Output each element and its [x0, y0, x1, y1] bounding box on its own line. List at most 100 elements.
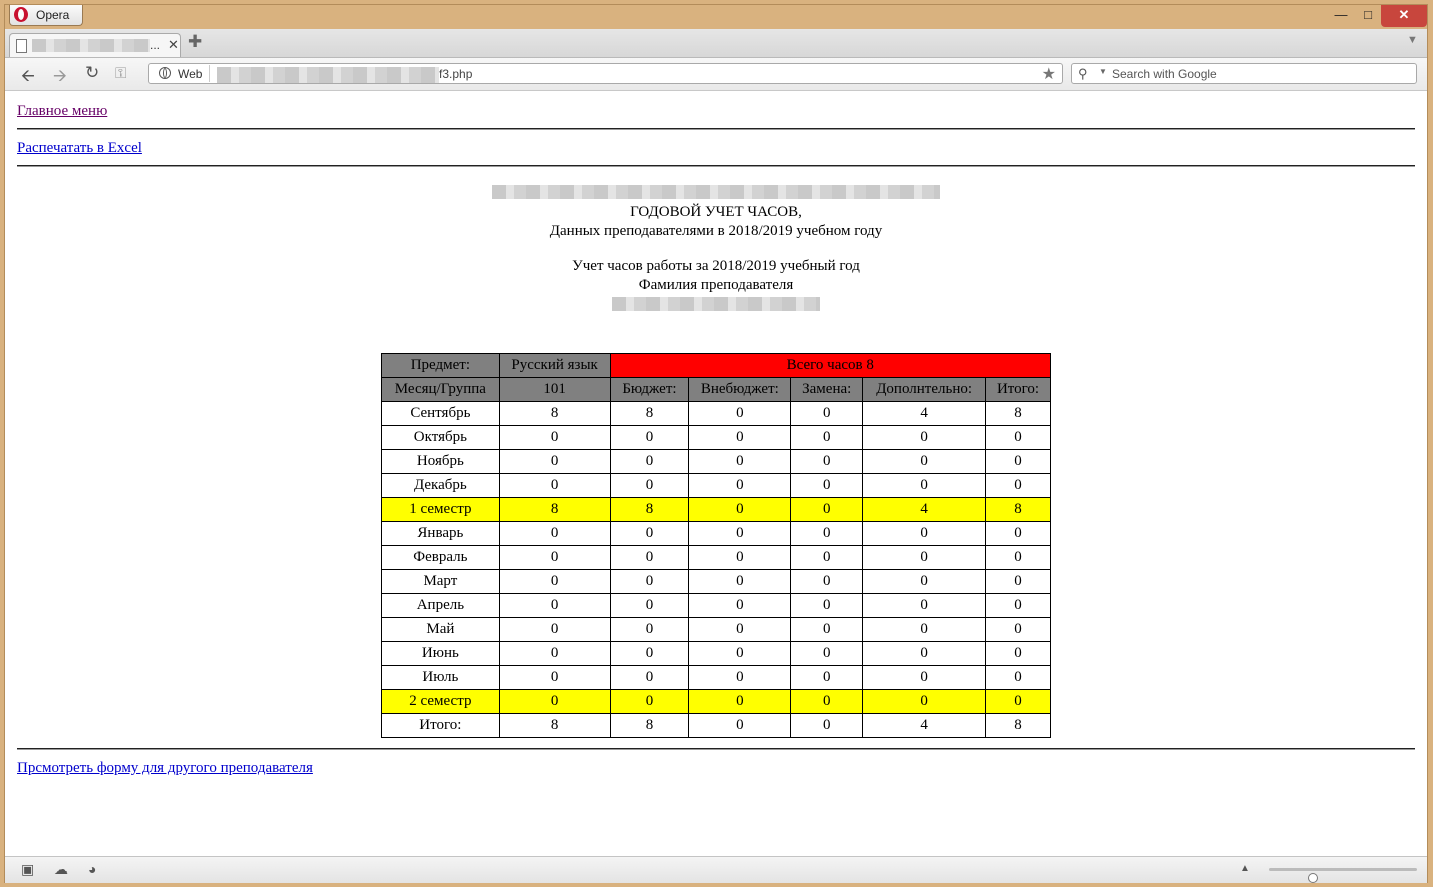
table-header-row: Предмет: Русский язык Всего часов 8: [381, 353, 1051, 378]
tab-bar: ... ✕ ✚ ▼: [5, 29, 1427, 58]
offbudget-cell: 0: [688, 617, 792, 642]
search-icon: ⚲: [1078, 66, 1088, 81]
group-hours-cell: 0: [498, 473, 611, 498]
close-window-icon[interactable]: ✕: [1381, 5, 1427, 27]
total-cell: 0: [985, 521, 1051, 546]
search-placeholder: Search with Google: [1112, 67, 1217, 81]
month-cell: Октябрь: [381, 425, 500, 450]
total-hours-cell: Всего часов 8: [609, 353, 1051, 378]
offbudget-cell: 0: [688, 641, 792, 666]
total-cell: 0: [985, 449, 1051, 474]
divider: [17, 748, 1415, 750]
budget-cell: 0: [609, 617, 690, 642]
opera-menu-button[interactable]: Opera: [9, 5, 83, 26]
tab-menu-chevron-icon[interactable]: ▼: [1407, 34, 1418, 46]
excel-print-link[interactable]: Распечатать в Excel: [17, 140, 142, 157]
month-cell: Июнь: [381, 641, 500, 666]
additional-header: Дополнтельно:: [862, 377, 987, 402]
month-cell: Итого:: [381, 713, 500, 738]
table-row: Март 0 0 0 0 0 0: [381, 569, 1051, 594]
total-cell: 0: [985, 689, 1051, 714]
replacement-cell: 0: [790, 569, 864, 594]
total-cell: 0: [985, 425, 1051, 450]
group-hours-cell: 8: [498, 497, 611, 522]
offbudget-cell: 0: [688, 713, 792, 738]
group-hours-cell: 0: [498, 425, 611, 450]
url-text: f3.php: [217, 67, 472, 83]
budget-header: Бюджет:: [609, 377, 690, 402]
table-row: Январь 0 0 0 0 0 0: [381, 521, 1051, 546]
additional-cell: 4: [862, 497, 987, 522]
back-arrow-icon[interactable]: 🡨: [21, 63, 35, 92]
tab-active[interactable]: ... ✕: [9, 33, 181, 57]
offbudget-cell: 0: [688, 593, 792, 618]
month-cell: Март: [381, 569, 500, 594]
replacement-cell: 0: [790, 545, 864, 570]
key-icon[interactable]: ⚿: [115, 65, 126, 82]
additional-cell: 0: [862, 689, 987, 714]
month-cell: Ноябрь: [381, 449, 500, 474]
table-row: Октябрь 0 0 0 0 0 0: [381, 425, 1051, 450]
redacted-text-block: [612, 297, 820, 311]
redacted-institution: [5, 185, 1427, 204]
table-column-header-row: Месяц/Группа 101 Бюджет: Внебюджет: Заме…: [381, 377, 1051, 402]
table-row: Июль 0 0 0 0 0 0: [381, 665, 1051, 690]
bookmark-star-icon[interactable]: ★: [1042, 64, 1056, 84]
opera-unite-cloud-icon[interactable]: ☁: [54, 861, 68, 878]
total-cell: 8: [985, 401, 1051, 426]
group-hours-cell: 0: [498, 689, 611, 714]
divider: [17, 165, 1415, 167]
replacement-cell: 0: [790, 497, 864, 522]
turbo-speedometer-icon[interactable]: ◕: [88, 861, 96, 877]
new-tab-icon[interactable]: ✚: [188, 32, 202, 52]
replacement-cell: 0: [790, 401, 864, 426]
opera-logo-icon: [14, 7, 28, 22]
replacement-cell: 0: [790, 521, 864, 546]
forward-arrow-icon[interactable]: 🡪: [53, 63, 67, 92]
budget-cell: 0: [609, 569, 690, 594]
panel-toggle-icon[interactable]: ▣: [21, 861, 34, 878]
other-teacher-link[interactable]: Прсмотреть форму для другого преподавате…: [17, 760, 313, 777]
semester-summary-row: 2 семестр 0 0 0 0 0 0: [381, 689, 1051, 714]
group-hours-cell: 0: [498, 545, 611, 570]
group-hours-cell: 0: [498, 449, 611, 474]
main-menu-link[interactable]: Главное меню: [17, 103, 107, 120]
replacement-header: Замена:: [790, 377, 864, 402]
month-cell: Февраль: [381, 545, 500, 570]
page-content: Главное меню Распечатать в Excel ГОДОВОЙ…: [5, 91, 1427, 856]
replacement-cell: 0: [790, 449, 864, 474]
total-cell: 8: [985, 713, 1051, 738]
group-hours-cell: 0: [498, 665, 611, 690]
budget-cell: 0: [609, 545, 690, 570]
site-info-badge[interactable]: Web: [151, 65, 210, 82]
opera-menu-label: Opera: [36, 8, 70, 22]
maximize-icon[interactable]: □: [1357, 5, 1379, 27]
table-row: Сентябрь 8 8 0 0 4 8: [381, 401, 1051, 426]
month-cell: Январь: [381, 521, 500, 546]
group-hours-cell: 0: [498, 641, 611, 666]
minimize-icon[interactable]: —: [1330, 5, 1352, 27]
divider: [17, 128, 1415, 130]
table-row: Февраль 0 0 0 0 0 0: [381, 545, 1051, 570]
zoom-slider-handle[interactable]: [1308, 873, 1319, 883]
replacement-cell: 0: [790, 593, 864, 618]
budget-cell: 0: [609, 689, 690, 714]
close-tab-icon[interactable]: ✕: [168, 37, 179, 53]
hours-table: Предмет: Русский язык Всего часов 8 Меся…: [381, 353, 1051, 738]
month-group-header: Месяц/Группа: [381, 377, 500, 402]
heading-teacher-surname: Фамилия преподавателя: [638, 277, 794, 293]
zoom-menu-arrow-icon[interactable]: ▲: [1240, 863, 1250, 874]
search-input[interactable]: ⚲ ▼ Search with Google: [1071, 63, 1417, 84]
reload-icon[interactable]: ↻: [85, 63, 99, 83]
replacement-cell: 0: [790, 617, 864, 642]
search-engine-dropdown-icon[interactable]: ▼: [1099, 67, 1107, 76]
month-cell: Декабрь: [381, 473, 500, 498]
zoom-slider[interactable]: [1269, 868, 1417, 883]
table-row: Апрель 0 0 0 0 0 0: [381, 593, 1051, 618]
additional-cell: 0: [862, 521, 987, 546]
budget-cell: 0: [609, 641, 690, 666]
month-cell: Апрель: [381, 593, 500, 618]
address-bar[interactable]: Web f3.php ★: [148, 63, 1063, 84]
replacement-cell: 0: [790, 641, 864, 666]
group-hours-cell: 8: [498, 401, 611, 426]
